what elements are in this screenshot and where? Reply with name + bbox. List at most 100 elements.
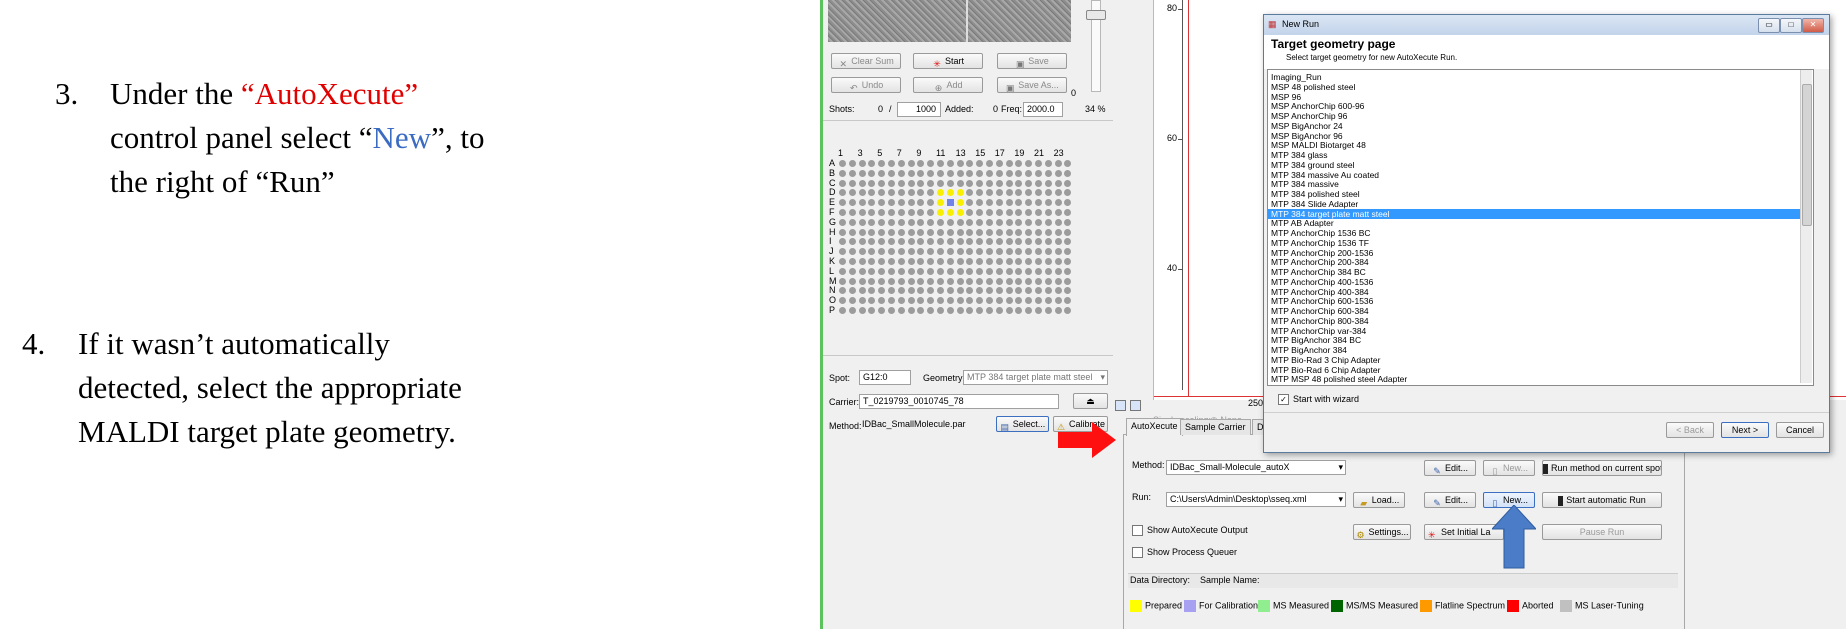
plate-spot[interactable] — [966, 248, 974, 256]
plate-spot[interactable] — [1035, 258, 1042, 265]
geometry-list-item[interactable]: MTP AnchorChip 600-1536 — [1271, 296, 1373, 306]
plate-spot[interactable] — [956, 267, 964, 275]
plate-spot[interactable] — [927, 307, 935, 314]
geometry-list-item[interactable]: MTP AnchorChip 200-384 — [1271, 257, 1369, 267]
plate-spot[interactable] — [897, 189, 905, 197]
plate-spot[interactable] — [966, 189, 974, 197]
plate-spot[interactable] — [907, 248, 915, 256]
plate-spot[interactable] — [878, 189, 886, 197]
plate-spot[interactable] — [1044, 297, 1052, 305]
plate-spot[interactable] — [986, 297, 993, 305]
plate-spot[interactable] — [986, 238, 993, 246]
plate-spot[interactable] — [839, 189, 846, 197]
geometry-list-item[interactable]: MSP AnchorChip 96 — [1271, 111, 1347, 121]
plate-spot[interactable] — [878, 307, 886, 314]
plate-spot[interactable] — [839, 277, 846, 285]
plate-spot[interactable] — [839, 267, 846, 275]
plate-spot[interactable] — [927, 258, 935, 265]
plate-spot[interactable] — [1044, 160, 1052, 167]
plate-spot[interactable] — [897, 218, 905, 226]
plate-spot[interactable] — [986, 218, 993, 226]
plate-spot[interactable] — [966, 209, 974, 216]
plate-spot[interactable] — [848, 248, 856, 256]
plate-spot[interactable] — [848, 218, 856, 226]
cancel-button[interactable]: Cancel — [1776, 422, 1824, 438]
select-method-button[interactable]: ▤ Select... — [996, 416, 1049, 432]
plate-spot[interactable] — [1035, 209, 1042, 216]
plate-spot[interactable] — [888, 287, 895, 295]
plate-spot[interactable] — [858, 228, 866, 236]
plate-spot[interactable] — [995, 169, 1003, 177]
plate-spot[interactable] — [907, 287, 915, 295]
run-method-current-spot-button[interactable]: Run method on current spot — [1542, 460, 1662, 476]
plate-spot[interactable] — [1044, 228, 1052, 236]
plate-spot[interactable] — [858, 218, 866, 226]
plate-spot[interactable] — [937, 179, 944, 187]
plate-spot[interactable] — [1064, 267, 1072, 275]
plate-spot[interactable] — [1015, 169, 1023, 177]
plate-spot[interactable] — [1035, 199, 1042, 207]
plate-spot[interactable] — [1035, 287, 1042, 295]
plate-spot[interactable] — [888, 267, 895, 275]
plate-spot[interactable] — [1044, 218, 1052, 226]
plate-spot[interactable] — [848, 209, 856, 216]
plate-spot[interactable] — [1044, 287, 1052, 295]
plate-spot[interactable] — [907, 199, 915, 207]
plate-spot[interactable] — [1015, 267, 1023, 275]
plate-spot[interactable] — [1025, 218, 1033, 226]
plate-spot[interactable] — [1064, 287, 1072, 295]
plate-spot[interactable] — [937, 199, 944, 207]
plate-spot[interactable] — [1025, 228, 1033, 236]
geometry-list-item[interactable]: MSP BigAnchor 96 — [1271, 131, 1343, 141]
plate-spot[interactable] — [1015, 258, 1023, 265]
plate-spot[interactable] — [1054, 209, 1062, 216]
plate-spot[interactable] — [1054, 258, 1062, 265]
plate-spot[interactable] — [1025, 238, 1033, 246]
plate-spot[interactable] — [858, 248, 866, 256]
plate-spot[interactable] — [976, 189, 984, 197]
plate-spot[interactable] — [907, 160, 915, 167]
plate-spot[interactable] — [907, 238, 915, 246]
plate-spot[interactable] — [976, 169, 984, 177]
plate-spot[interactable] — [1035, 267, 1042, 275]
geometry-list-item[interactable]: MTP 384 massive — [1271, 179, 1339, 189]
plate-spot[interactable] — [868, 169, 876, 177]
plate-spot[interactable] — [907, 179, 915, 187]
plate-spot[interactable] — [839, 199, 846, 207]
plate-spot[interactable] — [1015, 297, 1023, 305]
geometry-list-item[interactable]: MTP MSP 48 polished steel Adapter — [1271, 374, 1407, 384]
plate-spot[interactable] — [917, 160, 925, 167]
shots-total-field[interactable]: 1000 — [897, 102, 941, 117]
plate-spot[interactable] — [858, 277, 866, 285]
plate-spot[interactable] — [1005, 189, 1013, 197]
show-process-queuer-checkbox[interactable]: Show Process Queuer — [1132, 547, 1237, 559]
plate-spot[interactable] — [1064, 228, 1072, 236]
plate-spot[interactable] — [868, 228, 876, 236]
plate-spot[interactable] — [956, 218, 964, 226]
plate-spot[interactable] — [946, 169, 954, 177]
geometry-list-item[interactable]: MTP AB Adapter — [1271, 218, 1334, 228]
plate-spot[interactable] — [897, 307, 905, 314]
plate-spot[interactable] — [1005, 287, 1013, 295]
plate-spot[interactable] — [1005, 238, 1013, 246]
plate-spot[interactable] — [897, 238, 905, 246]
plate-spot[interactable] — [1005, 218, 1013, 226]
plate-spot[interactable] — [1035, 277, 1042, 285]
plate-spot[interactable] — [1025, 179, 1033, 187]
geometry-select[interactable]: MTP 384 target plate matt steel — [963, 370, 1108, 385]
view-checkboxes[interactable] — [1115, 400, 1145, 412]
plate-spot[interactable] — [868, 160, 876, 167]
plate-spot[interactable] — [907, 258, 915, 265]
plate-spot[interactable] — [1054, 169, 1062, 177]
plate-spot[interactable] — [888, 307, 895, 314]
plate-spot[interactable] — [956, 287, 964, 295]
plate-spot[interactable] — [868, 307, 876, 314]
plate-spot[interactable] — [1015, 287, 1023, 295]
plate-spot[interactable] — [956, 209, 964, 216]
geometry-list-item[interactable]: MTP AnchorChip 1536 TF — [1271, 238, 1369, 248]
plate-spot[interactable] — [888, 248, 895, 256]
plate-spot[interactable] — [995, 199, 1003, 207]
plate-spot[interactable] — [976, 228, 984, 236]
plate-spot[interactable] — [966, 297, 974, 305]
geometry-list-item[interactable]: MTP Bio-Rad 6 Chip Adapter — [1271, 365, 1380, 375]
